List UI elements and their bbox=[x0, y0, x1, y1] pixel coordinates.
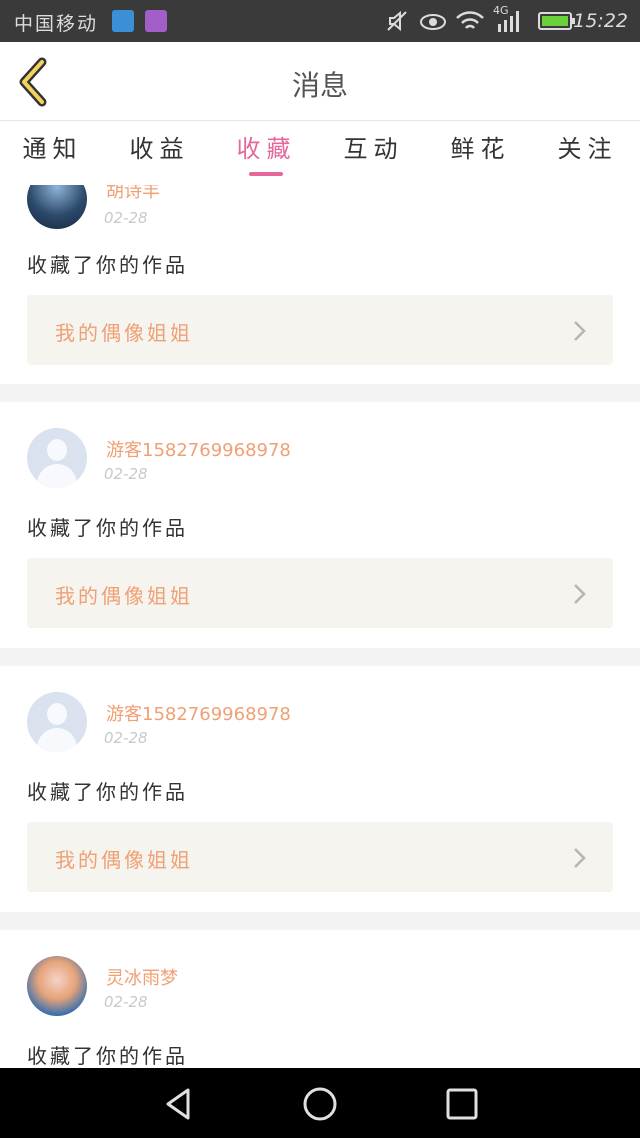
work-title: 我的偶像姐姐 bbox=[55, 321, 193, 345]
work-link[interactable]: 我的偶像姐姐 bbox=[27, 295, 613, 365]
recents-square-icon[interactable] bbox=[444, 1086, 480, 1122]
action-text: 收藏了你的作品 bbox=[27, 253, 188, 277]
gallery-app-icon bbox=[145, 10, 167, 32]
username[interactable]: 游客1582769968978 bbox=[106, 700, 291, 726]
chevron-right-icon bbox=[574, 321, 586, 341]
battery-charging-icon bbox=[538, 12, 575, 30]
avatar[interactable] bbox=[27, 428, 87, 488]
page-title: 消息 bbox=[291, 69, 348, 102]
username[interactable]: 胡诗丰 bbox=[106, 185, 160, 203]
system-nav-bar bbox=[0, 1068, 640, 1138]
tab-interactions[interactable]: 互动 bbox=[320, 129, 427, 164]
tab-flowers[interactable]: 鲜花 bbox=[427, 129, 534, 164]
tab-earnings[interactable]: 收益 bbox=[106, 129, 213, 164]
back-triangle-icon[interactable] bbox=[160, 1086, 196, 1122]
work-title: 我的偶像姐姐 bbox=[55, 848, 193, 872]
list-item: 游客1582769968978 02-28 收藏了你的作品 我的偶像姐姐 bbox=[0, 666, 640, 912]
avatar[interactable] bbox=[27, 956, 87, 1016]
divider bbox=[0, 912, 640, 930]
date: 02-28 bbox=[104, 209, 148, 227]
telegram-app-icon bbox=[112, 10, 134, 32]
date: 02-28 bbox=[104, 465, 148, 483]
list-item: 胡诗丰 02-28 收藏了你的作品 我的偶像姐姐 bbox=[0, 185, 640, 384]
signal-icon bbox=[498, 11, 519, 32]
avatar[interactable] bbox=[27, 692, 87, 752]
chevron-right-icon bbox=[574, 584, 586, 604]
work-link[interactable]: 我的偶像姐姐 bbox=[27, 558, 613, 628]
clock: 15:22 bbox=[573, 10, 628, 32]
divider bbox=[0, 384, 640, 402]
action-text: 收藏了你的作品 bbox=[27, 780, 188, 804]
list-item: 游客15827699689​78 02-28 收藏了你的作品 我的偶像姐姐 bbox=[0, 402, 640, 648]
tab-bar: 通知 收益 收藏 互动 鲜花 关注 bbox=[0, 121, 640, 185]
action-text: 收藏了你的作品 bbox=[27, 1044, 188, 1068]
favorites-feed[interactable]: 胡诗丰 02-28 收藏了你的作品 我的偶像姐姐 游客15827699689​7… bbox=[0, 185, 640, 1068]
username[interactable]: 游客15827699689​78 bbox=[106, 436, 291, 462]
chevron-right-icon bbox=[574, 848, 586, 868]
date: 02-28 bbox=[104, 729, 148, 747]
tab-favorites[interactable]: 收藏 bbox=[213, 129, 320, 164]
header: 消息 bbox=[0, 42, 640, 121]
work-link[interactable]: 我的偶像姐姐 bbox=[27, 822, 613, 892]
avatar[interactable] bbox=[27, 185, 87, 229]
carrier-name: 中国移动 bbox=[14, 13, 99, 35]
date: 02-28 bbox=[104, 993, 148, 1011]
status-bar: 中国移动 4G 15:22 bbox=[0, 0, 640, 42]
home-circle-icon[interactable] bbox=[302, 1086, 338, 1122]
wifi-icon bbox=[456, 11, 484, 29]
active-tab-indicator bbox=[249, 172, 283, 176]
work-title: 我的偶像姐姐 bbox=[55, 584, 193, 608]
mute-icon bbox=[387, 10, 407, 32]
tab-following[interactable]: 关注 bbox=[534, 129, 640, 164]
tab-notifications[interactable]: 通知 bbox=[0, 129, 106, 164]
eye-icon bbox=[420, 14, 446, 30]
list-item: 灵冰雨梦 02-28 收藏了你的作品 bbox=[0, 930, 640, 1068]
divider bbox=[0, 648, 640, 666]
action-text: 收藏了你的作品 bbox=[27, 516, 188, 540]
username[interactable]: 灵冰雨梦 bbox=[106, 964, 178, 990]
